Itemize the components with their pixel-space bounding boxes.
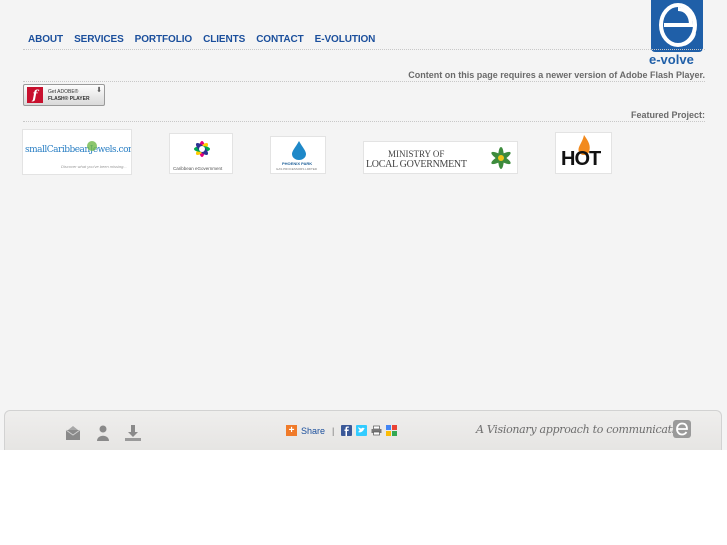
gem-icon [87,141,97,151]
client-tagline: Discover what you've been missing... [61,164,127,169]
nav-services-link[interactable]: SERVICES [74,34,124,46]
flower-icon [194,141,210,157]
facebook-icon[interactable] [341,425,353,436]
page-content-area: ABOUT SERVICES PORTFOLIO CLIENTS CONTACT… [0,0,727,450]
print-icon[interactable] [371,425,382,436]
flash-required-message: Content on this page requires a newer ve… [408,70,705,80]
mail-icon[interactable] [65,424,81,442]
client-name: Caribbean eGovernment [173,166,223,171]
emblem-icon [491,147,511,169]
client-logo-caribbean-egovernment[interactable]: Caribbean eGovernment [169,133,233,174]
footer-bar: + Share | A Visionary approach to commun… [4,410,722,450]
flash-badge-line2: FLASH® PLAYER [48,96,90,102]
logo-wordmark: e-volve [649,52,694,67]
flash-badge-line1: Get ADOBE® [48,89,79,95]
client-name: smallCaribbeanJewels.com [25,145,132,155]
divider [23,81,705,82]
client-logo-small-caribbean-jewels[interactable]: smallCaribbeanJewels.com Discover what y… [22,129,132,175]
client-name: PHOENIX PARK [282,161,313,166]
client-logo-phoenix-park[interactable]: PHOENIX PARK GAS PROCESSORS LIMITED [270,136,326,174]
twitter-icon[interactable] [356,425,368,436]
bookmark-icon[interactable] [386,425,398,436]
client-tagline: GAS PROCESSORS LIMITED [276,167,318,171]
e-logo-small-icon [673,420,691,438]
share-separator: | [332,425,335,436]
nav-evolution-link[interactable]: E-VOLUTION [315,34,376,46]
download-arrow-icon: ⬇ [96,87,102,94]
client-name-line1: MINISTRY OF [388,149,445,159]
water-drop-icon [292,141,306,160]
client-name: HOT [561,148,601,170]
nav-portfolio-link[interactable]: PORTFOLIO [135,34,193,46]
person-icon[interactable] [96,424,110,442]
featured-project-label: Featured Project: [630,110,705,120]
download-icon[interactable] [123,424,143,442]
get-flash-player-button[interactable]: f Get ADOBE® FLASH® PLAYER ⬇ [23,84,105,106]
flash-logo-icon: f [27,87,43,103]
nav-clients-link[interactable]: CLIENTS [203,34,245,46]
e-logo-mark [651,0,703,52]
share-plus-icon[interactable]: + [286,425,297,436]
share-link[interactable]: Share [301,426,325,436]
share-bar: + Share | [286,425,398,436]
client-logo-hot[interactable]: HOT [555,132,612,174]
e-volve-logo[interactable]: e-volve [648,0,706,70]
e-logo-icon [659,3,697,47]
client-name-line2: LOCAL GOVERNMENT [366,159,467,170]
footer-tagline: A Visionary approach to communication [476,423,689,436]
nav-about-link[interactable]: ABOUT [28,34,63,46]
client-logo-ministry-local-government[interactable]: MINISTRY OF LOCAL GOVERNMENT [363,141,518,174]
nav-contact-link[interactable]: CONTACT [256,34,304,46]
main-navigation: ABOUT SERVICES PORTFOLIO CLIENTS CONTACT… [28,34,386,46]
divider [23,121,705,122]
divider [23,49,705,50]
